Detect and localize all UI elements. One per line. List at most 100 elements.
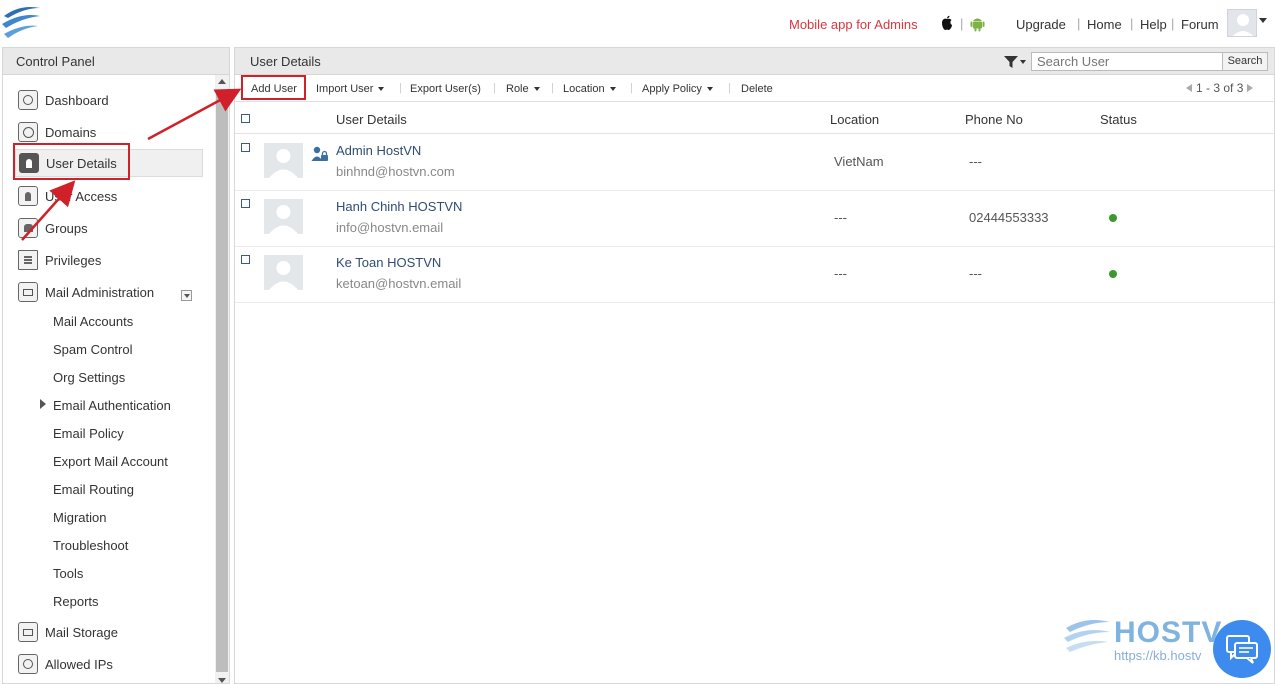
sidebar-item-allowed-ips[interactable]: Allowed IPs: [15, 650, 203, 678]
column-header-status[interactable]: Status: [1100, 112, 1137, 127]
column-header-user-details[interactable]: User Details: [336, 112, 407, 127]
user-name[interactable]: Ke Toan HOSTVN: [336, 255, 441, 270]
sidebar-subitem-spam-control[interactable]: Spam Control: [53, 338, 132, 360]
row-checkbox[interactable]: [241, 255, 250, 264]
search-button[interactable]: Search: [1222, 52, 1268, 71]
chat-button[interactable]: [1213, 620, 1271, 678]
main-header: User Details Search: [235, 48, 1274, 75]
sidebar-item-label: Allowed IPs: [45, 656, 113, 672]
user-email: ketoan@hostvn.email: [336, 276, 462, 291]
sidebar-subitem-mail-accounts[interactable]: Mail Accounts: [53, 310, 133, 332]
sidebar-subitem-troubleshoot[interactable]: Troubleshoot: [53, 534, 128, 556]
column-header-location[interactable]: Location: [830, 112, 879, 127]
separator: |: [630, 82, 633, 94]
pager-count: 1 - 3 of 3: [1196, 81, 1244, 95]
table-header: User Details Location Phone No Status: [235, 104, 1274, 134]
caret-right-icon[interactable]: [40, 399, 46, 409]
mail-icon: [18, 282, 38, 302]
user-name[interactable]: Admin HostVN: [336, 143, 421, 158]
user-photo: [264, 199, 303, 234]
privileges-icon: [18, 250, 38, 270]
user-location: VietNam: [834, 154, 884, 169]
separator: |: [960, 16, 964, 31]
chat-icon: [1226, 635, 1258, 664]
sidebar-item-label: Mail Administration: [45, 284, 155, 300]
toolbar: Add User Import User | Export User(s) | …: [235, 76, 1274, 102]
apply-policy-dropdown[interactable]: Apply Policy: [642, 83, 713, 95]
sidebar-item-dashboard[interactable]: Dashboard: [15, 86, 203, 114]
avatar-silhouette-icon: [269, 261, 298, 290]
row-checkbox[interactable]: [241, 143, 250, 152]
delete-button[interactable]: Delete: [741, 83, 773, 95]
help-link[interactable]: Help: [1140, 17, 1167, 32]
separator: |: [1077, 16, 1081, 31]
avatar-silhouette-icon: [269, 205, 298, 234]
table-row[interactable]: Admin HostVN binhnd@hostvn.com VietNam -…: [235, 135, 1274, 191]
user-name[interactable]: Hanh Chinh HOSTVN: [336, 199, 462, 214]
chevron-down-icon[interactable]: [1259, 18, 1267, 23]
export-users-button[interactable]: Export User(s): [410, 83, 481, 95]
user-location: ---: [834, 210, 847, 225]
sidebar-item-label: Domains: [45, 124, 97, 140]
column-header-phone[interactable]: Phone No: [965, 112, 1023, 127]
sidebar-item-label: Groups: [45, 220, 88, 236]
apply-policy-label: Apply Policy: [642, 83, 702, 95]
sidebar-subitem-tools[interactable]: Tools: [53, 562, 83, 584]
prev-page-icon[interactable]: [1186, 84, 1192, 92]
sidebar-item-mail-administration[interactable]: Mail Administration: [15, 278, 203, 306]
search-input[interactable]: [1031, 52, 1223, 71]
status-active-dot: [1109, 214, 1117, 222]
user-phone: ---: [969, 266, 982, 281]
location-dropdown[interactable]: Location: [563, 83, 616, 95]
chevron-down-icon: [609, 87, 616, 92]
annotation-box-user-details: [13, 143, 130, 180]
sidebar-item-label: Mail Storage: [45, 624, 118, 640]
android-icon[interactable]: [970, 15, 985, 32]
mail-storage-icon: [18, 622, 38, 642]
dashboard-icon: [18, 90, 38, 110]
table-row[interactable]: Ke Toan HOSTVN ketoan@hostvn.email --- -…: [235, 247, 1274, 303]
page-title: User Details: [250, 54, 321, 69]
row-checkbox[interactable]: [241, 199, 250, 208]
watermark-url: https://kb.hostv: [1114, 648, 1202, 663]
scroll-down-icon[interactable]: [218, 678, 226, 683]
sidebar-item-label: User Access: [45, 188, 118, 204]
domains-icon: [18, 122, 38, 142]
sidebar-subitem-export-mail-account[interactable]: Export Mail Account: [53, 450, 168, 472]
upgrade-link[interactable]: Upgrade: [1016, 17, 1066, 32]
sidebar-item-user-access[interactable]: User Access: [15, 182, 203, 210]
import-user-dropdown[interactable]: Import User: [316, 83, 385, 95]
mobile-app-link[interactable]: Mobile app for Admins: [789, 17, 918, 32]
sidebar-item-domains[interactable]: Domains: [15, 118, 203, 146]
sidebar-subitem-email-policy[interactable]: Email Policy: [53, 422, 124, 444]
sidebar-item-groups[interactable]: Groups: [15, 214, 203, 242]
role-label: Role: [506, 83, 529, 95]
chevron-down-icon: [706, 87, 713, 92]
logo-icon[interactable]: [0, 2, 42, 42]
separator: |: [728, 82, 731, 94]
home-link[interactable]: Home: [1087, 17, 1122, 32]
forum-link[interactable]: Forum: [1181, 17, 1219, 32]
sidebar-subitem-migration[interactable]: Migration: [53, 506, 106, 528]
user-avatar[interactable]: [1227, 9, 1257, 37]
location-label: Location: [563, 83, 605, 95]
pager: 1 - 3 of 3: [1186, 81, 1254, 95]
sidebar-subitem-email-authentication[interactable]: Email Authentication: [53, 394, 171, 416]
sidebar-item-label: Privileges: [45, 252, 102, 268]
chevron-down-icon: [533, 87, 540, 92]
next-page-icon[interactable]: [1247, 84, 1254, 92]
scroll-up-icon[interactable]: [218, 79, 226, 84]
sidebar-subitem-reports[interactable]: Reports: [53, 590, 99, 612]
sidebar-item-privileges[interactable]: Privileges: [15, 246, 203, 274]
select-all-checkbox[interactable]: [241, 114, 250, 123]
role-dropdown[interactable]: Role: [506, 83, 540, 95]
table-row[interactable]: Hanh Chinh HOSTVN info@hostvn.email --- …: [235, 191, 1274, 247]
sidebar-scroll-thumb[interactable]: [216, 90, 228, 672]
chevron-down-icon: [378, 87, 385, 92]
sidebar-subitem-org-settings[interactable]: Org Settings: [53, 366, 125, 388]
sidebar-subitem-email-routing[interactable]: Email Routing: [53, 478, 134, 500]
collapse-toggle-icon[interactable]: [181, 290, 192, 301]
sidebar-item-mail-storage[interactable]: Mail Storage: [15, 618, 203, 646]
apple-icon[interactable]: [940, 15, 954, 31]
filter-icon[interactable]: [1003, 55, 1027, 69]
